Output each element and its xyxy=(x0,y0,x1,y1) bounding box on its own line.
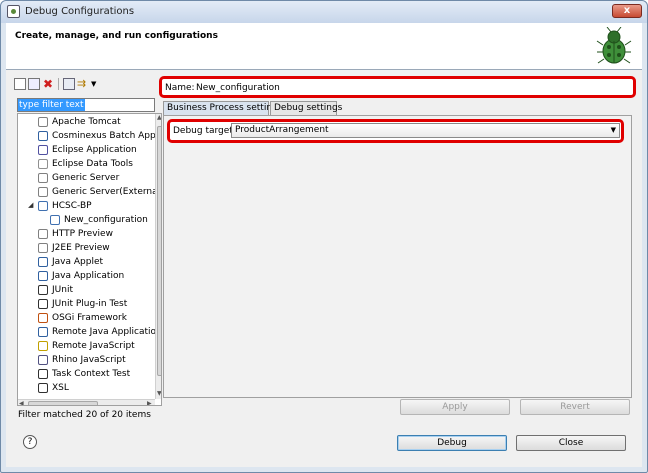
configuration-list-panel: ✖ ⇉ ▼ type filter text Apache Tomcat Cosm… xyxy=(9,74,162,422)
tree-item-label: New_configuration xyxy=(64,215,148,225)
delete-icon[interactable]: ✖ xyxy=(42,78,54,90)
horizontal-scrollbar[interactable]: ◀ ▶ xyxy=(18,399,155,405)
java-app-icon xyxy=(38,271,48,281)
chevron-down-icon: ▼ xyxy=(610,126,616,134)
tree-item-label: JUnit xyxy=(52,285,73,295)
configuration-editor-panel: Name: New_configuration Business Process… xyxy=(158,74,638,422)
tree-item-label: JUnit Plug-in Test xyxy=(52,299,128,309)
debug-bug-icon xyxy=(596,27,632,64)
tree-item-label: Apache Tomcat xyxy=(52,117,121,127)
name-field[interactable]: New_configuration xyxy=(196,81,626,95)
tree-item-label: Remote Java Application xyxy=(52,327,162,337)
tree-item-label: Eclipse Application xyxy=(52,145,137,155)
expand-triangle-icon[interactable]: ◢ xyxy=(28,201,33,209)
help-icon[interactable]: ? xyxy=(23,435,37,449)
duplicate-icon[interactable] xyxy=(28,78,40,90)
debug-configurations-window: Debug Configurations x Create, manage, a… xyxy=(0,0,648,473)
tree-item-label: HTTP Preview xyxy=(52,229,113,239)
debug-target-label: Debug target: xyxy=(173,126,236,136)
tab-business-process-settings[interactable]: Business Process settings xyxy=(163,101,282,115)
dialog-body: ✖ ⇉ ▼ type filter text Apache Tomcat Cosm… xyxy=(6,70,642,467)
tab-debug-settings[interactable]: Debug settings xyxy=(270,101,342,115)
remote-java-icon xyxy=(38,327,48,337)
tab-content: Debug target: ProductArrangement ▼ xyxy=(163,115,632,398)
tree-item-label: Java Application xyxy=(52,271,125,281)
filter-matched-status: Filter matched 20 of 20 items xyxy=(18,410,151,420)
debug-target-row: Debug target: ProductArrangement ▼ xyxy=(167,119,624,143)
window-close-button[interactable]: x xyxy=(612,4,642,18)
name-row: Name: New_configuration xyxy=(159,76,636,98)
filter-input[interactable]: type filter text xyxy=(17,98,155,112)
name-label: Name: xyxy=(165,83,195,93)
header-banner: Create, manage, and run configurations xyxy=(6,23,642,70)
task-icon xyxy=(38,369,48,379)
apply-button[interactable]: Apply xyxy=(400,399,510,415)
server-icon xyxy=(38,117,48,127)
banner-title: Create, manage, and run configurations xyxy=(15,31,218,41)
collapse-all-icon[interactable] xyxy=(63,78,75,90)
hscroll-thumb[interactable] xyxy=(28,401,98,405)
server-icon xyxy=(38,173,48,183)
xsl-icon xyxy=(38,383,48,393)
toolbar-separator xyxy=(58,78,59,90)
tree-item-label: OSGi Framework xyxy=(52,313,127,323)
debug-target-select[interactable]: ProductArrangement ▼ xyxy=(231,123,620,138)
revert-button[interactable]: Revert xyxy=(520,399,630,415)
window-title: Debug Configurations xyxy=(25,6,135,17)
scroll-left-icon[interactable]: ◀ xyxy=(19,400,24,405)
debug-button[interactable]: Debug xyxy=(397,435,507,451)
tree-item-label: Rhino JavaScript xyxy=(52,355,126,365)
tree-item-label: Remote JavaScript xyxy=(52,341,135,351)
rhino-icon xyxy=(38,355,48,365)
batch-icon xyxy=(38,131,48,141)
server-icon xyxy=(38,229,48,239)
server-icon xyxy=(38,187,48,197)
tree-item-label: Cosminexus Batch Applica xyxy=(52,131,162,141)
applet-icon xyxy=(38,257,48,267)
tree-item-label: HCSC-BP xyxy=(52,201,92,211)
remote-js-icon xyxy=(38,341,48,351)
tree-item-label: J2EE Preview xyxy=(52,243,110,253)
filter-icon[interactable]: ⇉ xyxy=(77,78,89,90)
tree-item-label: Eclipse Data Tools xyxy=(52,159,133,169)
title-bar[interactable]: Debug Configurations x xyxy=(1,1,647,23)
eclipse-icon xyxy=(38,145,48,155)
close-button[interactable]: Close xyxy=(516,435,626,451)
chevron-down-icon[interactable]: ▼ xyxy=(91,78,99,90)
list-toolbar: ✖ ⇉ ▼ xyxy=(14,76,99,92)
junit-plugin-icon xyxy=(38,299,48,309)
tree-item-label: Java Applet xyxy=(52,257,104,267)
tree-item-label: Task Context Test xyxy=(52,369,131,379)
osgi-icon xyxy=(38,313,48,323)
new-configuration-icon[interactable] xyxy=(14,78,26,90)
debug-target-value: ProductArrangement xyxy=(235,125,329,135)
tree-item-label: XSL xyxy=(52,383,69,393)
filter-placeholder: type filter text xyxy=(18,99,85,111)
server-icon xyxy=(38,243,48,253)
hcsc-config-icon xyxy=(50,215,60,225)
eclipse-app-icon xyxy=(7,5,20,18)
tree-item-label: Generic Server(External L xyxy=(52,187,162,197)
junit-icon xyxy=(38,285,48,295)
hcsc-icon xyxy=(38,201,48,211)
scroll-right-icon[interactable]: ▶ xyxy=(147,400,152,405)
configuration-tree[interactable]: Apache Tomcat Cosminexus Batch Applica Ecl… xyxy=(17,113,162,406)
database-icon xyxy=(38,159,48,169)
tree-item-label: Generic Server xyxy=(52,173,120,183)
